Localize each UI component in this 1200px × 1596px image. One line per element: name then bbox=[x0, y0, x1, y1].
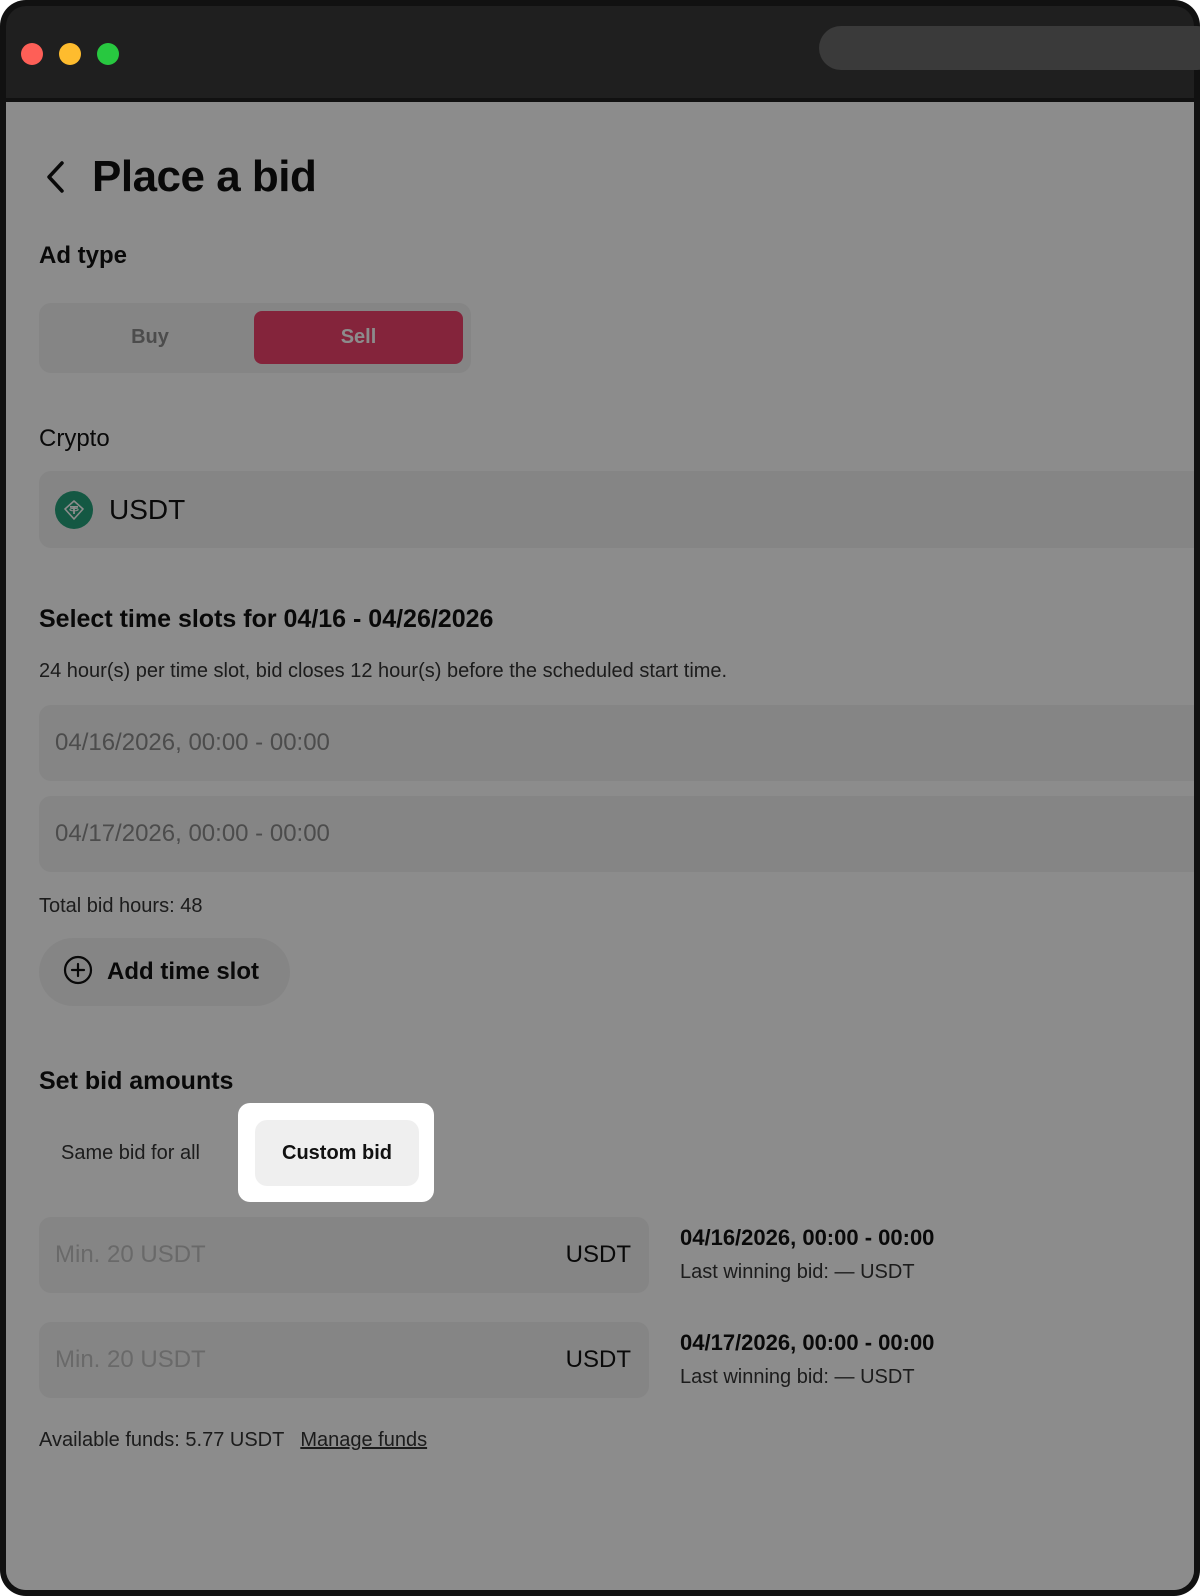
currency-unit: USDT bbox=[565, 1241, 631, 1268]
time-slots-heading: Select time slots for 04/16 - 04/26/2026 bbox=[39, 605, 494, 633]
currency-unit: USDT bbox=[565, 1346, 631, 1373]
last-winning-bid: Last winning bid: — USDT bbox=[680, 1366, 915, 1388]
last-winning-bid: Last winning bid: — USDT bbox=[680, 1261, 915, 1283]
bid-slot-info: 04/16/2026, 00:00 - 00:00 Last winning b… bbox=[680, 1225, 934, 1284]
add-time-slot-label: Add time slot bbox=[107, 958, 260, 985]
plus-circle-icon bbox=[63, 955, 93, 990]
manage-funds-link[interactable]: Manage funds bbox=[300, 1429, 427, 1452]
custom-bid-tab[interactable]: Custom bid bbox=[255, 1120, 419, 1186]
back-arrow-icon[interactable] bbox=[46, 155, 78, 199]
bid-slot-time: 04/17/2026, 00:00 - 00:00 bbox=[680, 1330, 935, 1355]
maximize-window-button[interactable] bbox=[97, 43, 119, 65]
add-time-slot-button[interactable]: Add time slot bbox=[39, 938, 290, 1006]
buy-option[interactable]: Buy bbox=[47, 311, 253, 364]
address-bar[interactable] bbox=[819, 26, 1200, 70]
page-title: Place a bid bbox=[92, 152, 317, 201]
bid-amounts-heading: Set bid amounts bbox=[39, 1067, 234, 1095]
time-slots-hint: 24 hour(s) per time slot, bid closes 12 … bbox=[39, 660, 728, 682]
available-funds: Available funds: 5.77 USDT bbox=[39, 1429, 285, 1451]
close-window-button[interactable] bbox=[21, 43, 43, 65]
ad-type-toggle: Buy Sell bbox=[39, 303, 471, 373]
browser-window: Place a bid Ad type Buy Sell Crypto USDT… bbox=[0, 0, 1200, 1596]
title-bar bbox=[6, 6, 1200, 98]
time-slot-field[interactable]: 04/16/2026, 00:00 - 00:00 bbox=[39, 705, 1194, 781]
funds-row: Available funds: 5.77 USDT Manage funds bbox=[39, 1429, 427, 1452]
bid-amount-field[interactable]: USDT bbox=[39, 1217, 649, 1293]
sell-option[interactable]: Sell bbox=[254, 311, 463, 364]
ad-type-label: Ad type bbox=[39, 242, 128, 269]
time-slot-field[interactable]: 04/17/2026, 00:00 - 00:00 bbox=[39, 796, 1194, 872]
crypto-value: USDT bbox=[109, 493, 186, 525]
crypto-label: Crypto bbox=[39, 425, 110, 452]
usdt-coin-icon bbox=[55, 490, 93, 529]
total-bid-hours: Total bid hours: 48 bbox=[39, 895, 203, 917]
bid-amount-input[interactable] bbox=[55, 1241, 495, 1269]
minimize-window-button[interactable] bbox=[59, 43, 81, 65]
custom-bid-spotlight: Custom bid bbox=[238, 1103, 434, 1202]
same-bid-tab[interactable]: Same bid for all bbox=[61, 1142, 200, 1165]
bid-slot-info: 04/17/2026, 00:00 - 00:00 Last winning b… bbox=[680, 1330, 934, 1389]
crypto-select[interactable]: USDT bbox=[39, 471, 1194, 548]
bid-slot-time: 04/16/2026, 00:00 - 00:00 bbox=[680, 1225, 935, 1250]
bid-amount-input[interactable] bbox=[55, 1346, 495, 1374]
page-content: Place a bid Ad type Buy Sell Crypto USDT… bbox=[6, 102, 1194, 1590]
page-header: Place a bid bbox=[46, 152, 317, 202]
bid-amount-field[interactable]: USDT bbox=[39, 1322, 649, 1398]
